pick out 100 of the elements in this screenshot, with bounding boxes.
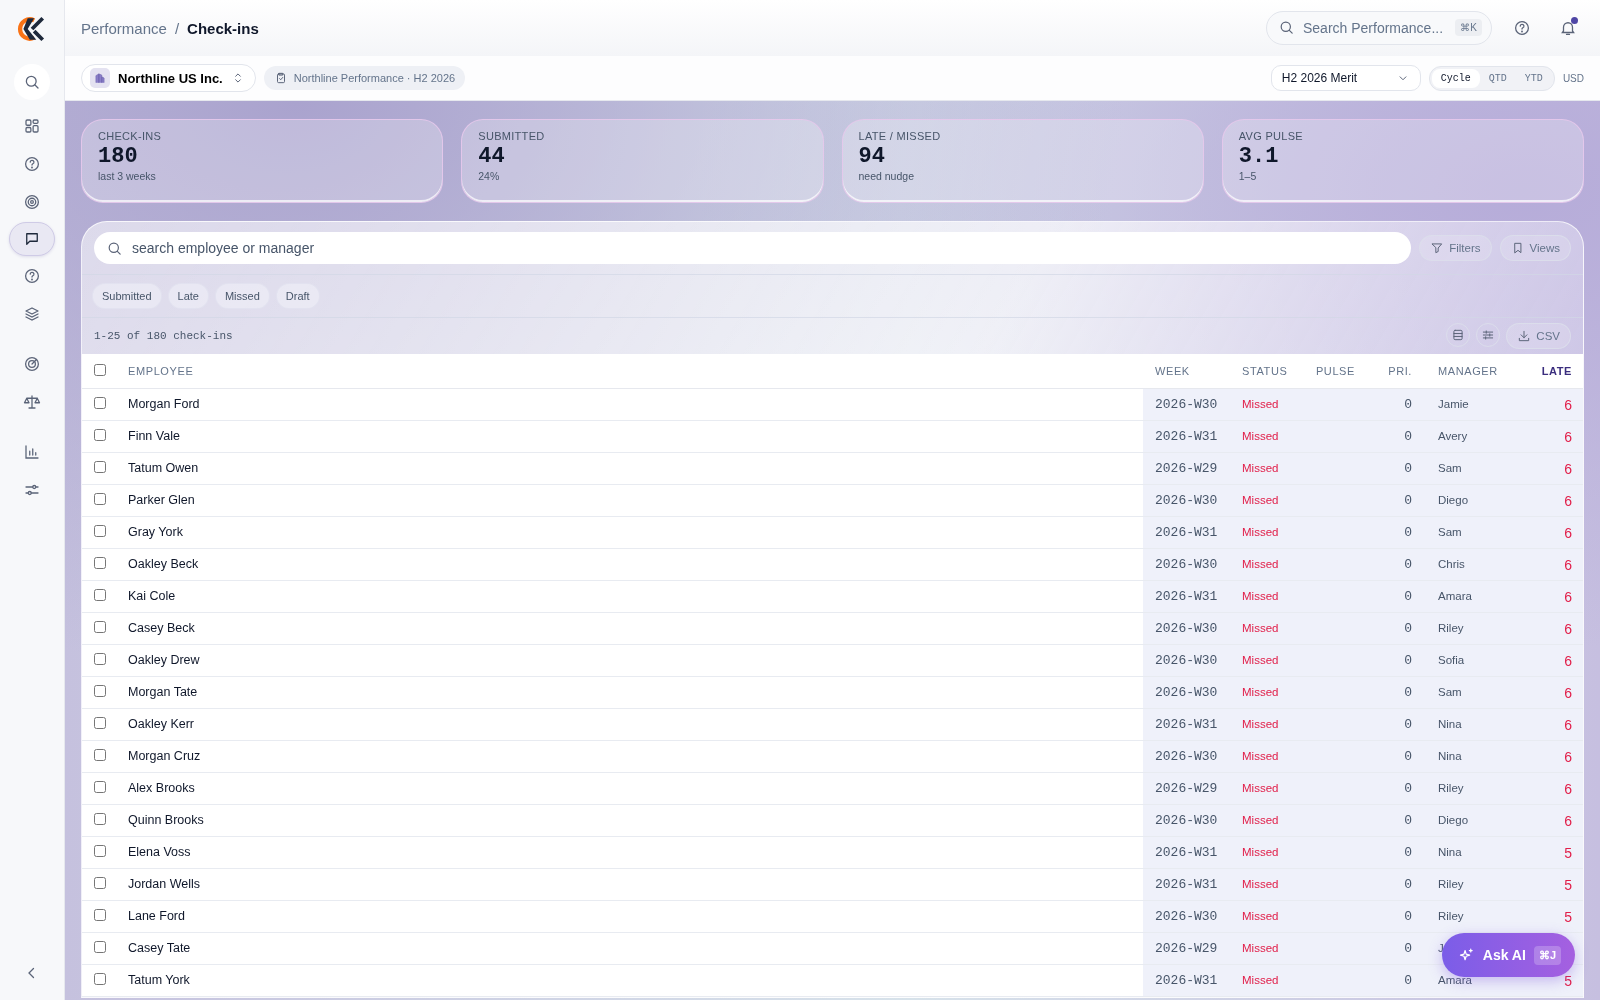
stat-label: CHECK-INS (98, 130, 163, 142)
week-cell: 2026-W31 (1155, 877, 1218, 892)
column-header[interactable]: LATE (1510, 354, 1583, 389)
employee-name: Parker Glen (128, 493, 195, 508)
row-checkbox[interactable] (94, 621, 106, 634)
views-button[interactable]: Views (1499, 235, 1571, 261)
stat-value: 44 (478, 144, 506, 169)
employee-name: Oakley Kerr (128, 717, 194, 732)
select-all-checkbox[interactable] (94, 364, 106, 376)
cycle-dropdown[interactable]: H2 2026 Merit (1270, 65, 1421, 91)
row-checkbox[interactable] (94, 973, 106, 986)
period-tab[interactable]: Cycle (1431, 68, 1480, 88)
column-header[interactable]: PULSE (1310, 354, 1360, 389)
app-logo-icon (17, 14, 47, 44)
row-checkbox[interactable] (94, 653, 106, 666)
priority-cell: 0 (1404, 941, 1412, 956)
bar-chart-icon (23, 443, 41, 461)
row-checkbox[interactable] (94, 877, 106, 890)
employee-name: Tatum Owen (128, 461, 199, 476)
bell-icon (1559, 19, 1577, 37)
csv-export-button[interactable]: CSV (1506, 323, 1571, 349)
filter-chip[interactable]: Late (167, 283, 209, 309)
stat-value: 3.1 (1238, 144, 1280, 169)
manager-cell: Avery (1438, 429, 1468, 442)
period-tab[interactable]: QTD (1479, 68, 1516, 88)
filter-chip[interactable]: Submitted (92, 283, 162, 309)
row-checkbox[interactable] (94, 749, 106, 762)
manager-cell: Riley (1438, 621, 1464, 634)
help-icon (1513, 19, 1531, 37)
week-cell: 2026-W31 (1155, 845, 1218, 860)
status-text: Missed (1242, 941, 1279, 954)
late-count: 6 (1564, 396, 1572, 413)
late-count: 6 (1564, 460, 1572, 477)
help-icon (23, 155, 41, 173)
stat-value: 94 (858, 144, 886, 169)
stat-caption: last 3 weeks (98, 170, 157, 182)
column-header[interactable]: EMPLOYEE (118, 354, 1143, 389)
breadcrumb-link[interactable]: Performance (81, 19, 167, 37)
filters-button[interactable]: Filters (1419, 235, 1492, 261)
row-checkbox[interactable] (94, 685, 106, 698)
status-text: Missed (1242, 717, 1279, 730)
status-text: Missed (1242, 749, 1279, 762)
building-icon (90, 68, 110, 88)
week-cell: 2026-W30 (1155, 557, 1218, 572)
organization-select[interactable]: Northline US Inc. (81, 64, 256, 92)
column-header[interactable]: MANAGER (1418, 354, 1510, 389)
row-checkbox[interactable] (94, 845, 106, 858)
filter-chip[interactable]: Draft (275, 283, 320, 309)
priority-cell: 0 (1404, 589, 1412, 604)
row-checkbox[interactable] (94, 525, 106, 538)
priority-cell: 0 (1404, 973, 1412, 988)
priority-cell: 0 (1404, 525, 1412, 540)
result-count: 1-25 of 180 check-ins (94, 330, 233, 342)
late-count: 6 (1564, 652, 1572, 669)
week-cell: 2026-W30 (1155, 493, 1218, 508)
manager-cell: Sam (1438, 685, 1462, 698)
row-checkbox[interactable] (94, 813, 106, 826)
period-tab[interactable]: YTD (1515, 68, 1552, 88)
column-header[interactable]: STATUS (1240, 354, 1310, 389)
priority-cell: 0 (1404, 429, 1412, 444)
stat-label: LATE / MISSED (858, 130, 942, 142)
week-cell: 2026-W30 (1155, 749, 1218, 764)
breadcrumb-separator: / (174, 19, 180, 37)
row-checkbox[interactable] (94, 397, 106, 410)
filter-chip[interactable]: Missed (214, 283, 270, 309)
shortcut-hint: ⌘K (1455, 19, 1482, 36)
employee-name: Oakley Beck (128, 557, 199, 572)
status-text: Missed (1242, 397, 1279, 410)
status-text: Missed (1242, 813, 1279, 826)
manager-cell: Sam (1438, 525, 1462, 538)
late-count: 5 (1564, 876, 1572, 893)
table-search-field[interactable]: search employee or manager (94, 232, 1412, 264)
employee-name: Gray York (128, 525, 183, 540)
week-cell: 2026-W31 (1155, 525, 1218, 540)
program-tag: Northline Performance · H2 2026 (263, 66, 466, 90)
week-cell: 2026-W31 (1155, 973, 1218, 988)
layers-icon (23, 305, 41, 323)
status-text: Missed (1242, 461, 1279, 474)
late-count: 5 (1564, 844, 1572, 861)
nav-item[interactable] (9, 222, 55, 256)
row-checkbox[interactable] (94, 429, 106, 442)
row-checkbox[interactable] (94, 941, 106, 954)
manager-cell: Amara (1438, 589, 1472, 602)
dashboard-icon (23, 117, 41, 135)
row-checkbox[interactable] (94, 717, 106, 730)
column-header[interactable]: PRI. (1360, 354, 1418, 389)
row-checkbox[interactable] (94, 589, 106, 602)
row-checkbox[interactable] (94, 493, 106, 506)
week-cell: 2026-W30 (1155, 813, 1218, 828)
column-header[interactable]: WEEK (1143, 354, 1240, 389)
week-cell: 2026-W29 (1155, 461, 1218, 476)
row-checkbox[interactable] (94, 781, 106, 794)
row-checkbox[interactable] (94, 461, 106, 474)
employee-name: Morgan Tate (128, 685, 198, 700)
employee-name: Finn Vale (128, 429, 180, 444)
status-text: Missed (1242, 685, 1279, 698)
search-button[interactable] (14, 64, 50, 100)
priority-cell: 0 (1404, 461, 1412, 476)
row-checkbox[interactable] (94, 909, 106, 922)
row-checkbox[interactable] (94, 557, 106, 570)
